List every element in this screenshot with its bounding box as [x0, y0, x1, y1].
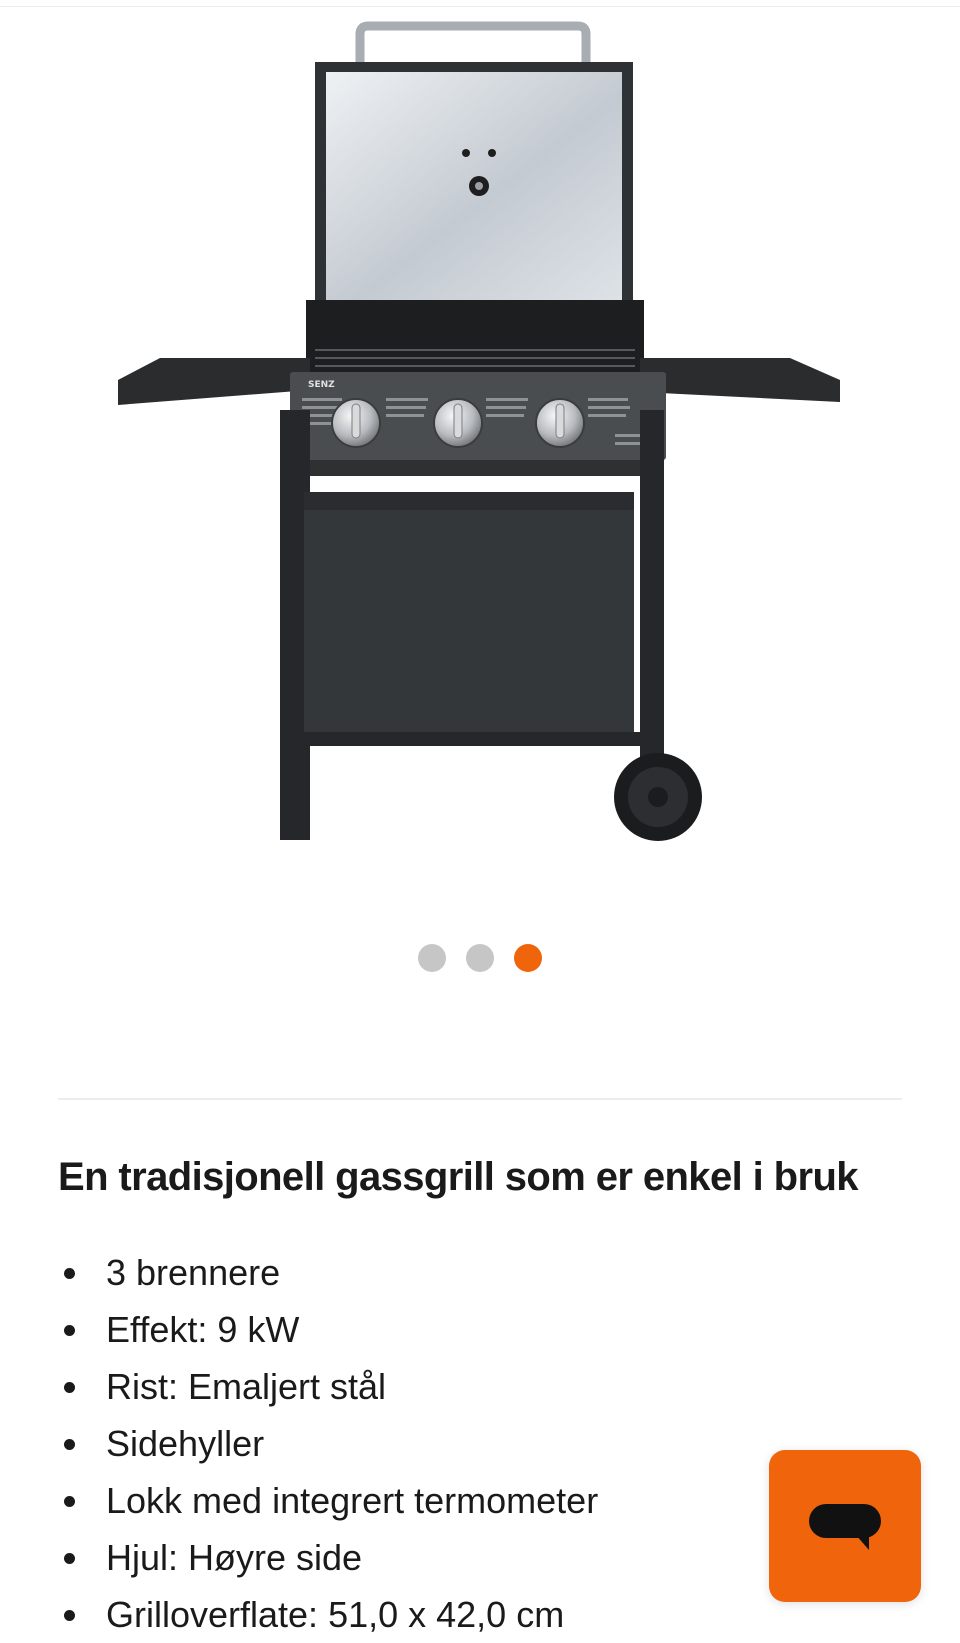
feature-text: 3 brennere	[106, 1252, 281, 1293]
carousel-dot-1[interactable]	[418, 944, 446, 972]
bullet-icon	[64, 1267, 75, 1279]
feature-item: Grilloverflate: 51,0 x 42,0 cm	[58, 1586, 598, 1643]
bullet-icon	[64, 1495, 75, 1507]
gas-grill-product-image: SENZ	[118, 21, 840, 841]
carousel-dots	[0, 944, 960, 972]
feature-item: Effekt: 9 kW	[58, 1301, 598, 1358]
bullet-icon	[64, 1324, 75, 1336]
feature-list: 3 brennere Effekt: 9 kW Rist: Emaljert s…	[58, 1244, 598, 1643]
feature-item: Lokk med integrert termometer	[58, 1472, 598, 1529]
feature-text: Lokk med integrert termometer	[106, 1480, 599, 1521]
bullet-icon	[64, 1438, 75, 1450]
feature-text: Grilloverflate: 51,0 x 42,0 cm	[106, 1594, 565, 1635]
chat-bubble-icon	[809, 1504, 881, 1550]
feature-item: Rist: Emaljert stål	[58, 1358, 598, 1415]
bullet-icon	[64, 1552, 75, 1564]
feature-text: Effekt: 9 kW	[106, 1309, 300, 1350]
section-divider	[58, 1098, 902, 1100]
feature-item: Sidehyller	[58, 1415, 598, 1472]
chat-button[interactable]	[769, 1450, 921, 1602]
product-description-heading: En tradisjonell gassgrill som er enkel i…	[58, 1155, 859, 1199]
feature-text: Hjul: Høyre side	[106, 1537, 363, 1578]
bullet-icon	[64, 1609, 75, 1621]
feature-item: Hjul: Høyre side	[58, 1529, 598, 1586]
svg-text:SENZ: SENZ	[308, 380, 335, 390]
feature-text: Sidehyller	[106, 1423, 265, 1464]
carousel-dot-2[interactable]	[466, 944, 494, 972]
product-gallery[interactable]: SENZ	[0, 0, 960, 900]
feature-item: 3 brennere	[58, 1244, 598, 1301]
carousel-dot-3-active[interactable]	[514, 944, 542, 972]
feature-text: Rist: Emaljert stål	[106, 1366, 387, 1407]
bullet-icon	[64, 1381, 75, 1393]
